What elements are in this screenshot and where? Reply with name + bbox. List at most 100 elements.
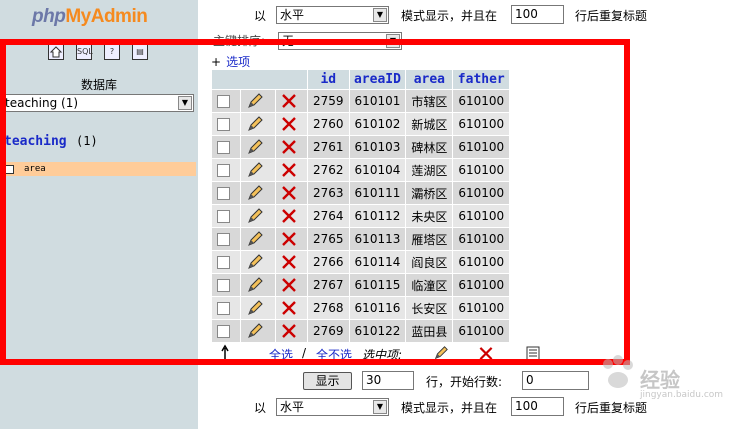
repeat-headers-input-bottom[interactable]: 100 bbox=[511, 397, 564, 416]
cell-areaid: 610115 bbox=[349, 274, 406, 296]
pencil-icon[interactable] bbox=[246, 161, 264, 179]
phpmyadmin-logo[interactable]: phpMyAdmin bbox=[32, 6, 148, 28]
docs-icon[interactable]: ▤ bbox=[132, 44, 148, 60]
database-link[interactable]: teaching bbox=[4, 134, 67, 149]
delete-icon[interactable] bbox=[281, 323, 297, 339]
table-row[interactable]: 2766 610114 阎良区 610100 bbox=[212, 251, 510, 273]
pencil-icon[interactable] bbox=[246, 207, 264, 225]
row-checkbox-cell bbox=[212, 182, 240, 204]
pencil-icon[interactable] bbox=[246, 92, 264, 110]
row-edit-cell bbox=[240, 205, 275, 227]
chevron-down-icon[interactable]: ▼ bbox=[373, 8, 387, 22]
repeat-headers-input[interactable]: 100 bbox=[511, 5, 564, 24]
column-header-area[interactable]: area bbox=[406, 70, 453, 89]
cell-area: 碑林区 bbox=[406, 136, 453, 158]
row-checkbox-cell bbox=[212, 136, 240, 158]
table-row[interactable]: 2763 610111 灞桥区 610100 bbox=[212, 182, 510, 204]
cell-areaid: 610102 bbox=[349, 113, 406, 135]
row-checkbox[interactable] bbox=[217, 325, 230, 338]
start-row-input[interactable]: 0 bbox=[522, 371, 589, 390]
delete-selected-icon[interactable] bbox=[478, 346, 494, 361]
row-edit-cell bbox=[240, 136, 275, 158]
pencil-icon[interactable] bbox=[246, 322, 264, 340]
show-button[interactable]: 显示 bbox=[303, 372, 352, 390]
row-delete-cell bbox=[275, 90, 307, 112]
row-checkbox[interactable] bbox=[217, 256, 230, 269]
pencil-icon[interactable] bbox=[246, 115, 264, 133]
row-checkbox[interactable] bbox=[217, 279, 230, 292]
table-row[interactable]: 2760 610102 新城区 610100 bbox=[212, 113, 510, 135]
sort-select[interactable]: 无 ▼ bbox=[278, 32, 402, 50]
display-mode-select[interactable]: 水平 ▼ bbox=[276, 6, 389, 24]
row-checkbox[interactable] bbox=[217, 187, 230, 200]
table-row[interactable]: 2765 610113 雁塔区 610100 bbox=[212, 228, 510, 250]
table-row[interactable]: 2768 610116 长安区 610100 bbox=[212, 297, 510, 319]
cell-areaid: 610122 bbox=[349, 320, 406, 342]
pencil-icon[interactable] bbox=[246, 138, 264, 156]
table-row[interactable]: 2761 610103 碑林区 610100 bbox=[212, 136, 510, 158]
row-checkbox[interactable] bbox=[217, 141, 230, 154]
rows-input[interactable]: 30 bbox=[362, 371, 414, 390]
delete-icon[interactable] bbox=[281, 231, 297, 247]
row-checkbox-cell bbox=[212, 90, 240, 112]
cell-areaid: 610104 bbox=[349, 159, 406, 181]
uncheck-all-link[interactable]: 全不选 bbox=[316, 346, 352, 363]
row-checkbox[interactable] bbox=[217, 210, 230, 223]
table-icon[interactable] bbox=[4, 165, 14, 174]
table-row[interactable]: 2759 610101 市辖区 610100 bbox=[212, 90, 510, 112]
delete-icon[interactable] bbox=[281, 139, 297, 155]
cell-area: 雁塔区 bbox=[406, 228, 453, 250]
pencil-icon[interactable] bbox=[246, 276, 264, 294]
options-link-label: 选项 bbox=[226, 55, 251, 69]
delete-icon[interactable] bbox=[281, 116, 297, 132]
delete-icon[interactable] bbox=[281, 277, 297, 293]
pencil-icon[interactable] bbox=[246, 253, 264, 271]
pencil-icon[interactable] bbox=[246, 230, 264, 248]
options-link[interactable]: + 选项 bbox=[211, 53, 250, 70]
export-selected-icon[interactable] bbox=[526, 346, 540, 361]
delete-icon[interactable] bbox=[281, 93, 297, 109]
row-checkbox[interactable] bbox=[217, 302, 230, 315]
column-header-id[interactable]: id bbox=[308, 70, 349, 89]
edit-selected-icon[interactable] bbox=[432, 345, 450, 361]
row-checkbox[interactable] bbox=[217, 95, 230, 108]
cell-father: 610100 bbox=[453, 205, 510, 227]
display-mode-suffix-bottom: 模式显示，并且在 bbox=[401, 401, 498, 415]
pencil-icon[interactable] bbox=[246, 299, 264, 317]
delete-icon[interactable] bbox=[281, 162, 297, 178]
display-mode-select-bottom[interactable]: 水平 ▼ bbox=[276, 398, 389, 416]
sidebar-item-area[interactable]: area bbox=[2, 162, 196, 176]
cell-father: 610100 bbox=[453, 136, 510, 158]
cell-id: 2767 bbox=[308, 274, 349, 296]
row-delete-cell bbox=[275, 136, 307, 158]
chevron-down-icon[interactable]: ▼ bbox=[178, 96, 192, 110]
sql-icon[interactable]: SQL bbox=[76, 44, 93, 60]
row-checkbox[interactable] bbox=[217, 164, 230, 177]
display-prefix-bottom: 以 bbox=[254, 401, 267, 415]
table-row[interactable]: 2769 610122 蓝田县 610100 bbox=[212, 320, 510, 342]
database-select[interactable]: teaching (1) ▼ bbox=[2, 94, 194, 112]
table-row[interactable]: 2764 610112 未央区 610100 bbox=[212, 205, 510, 227]
cell-father: 610100 bbox=[453, 297, 510, 319]
row-checkbox[interactable] bbox=[217, 118, 230, 131]
help-icon[interactable]: ? bbox=[104, 44, 120, 60]
home-icon[interactable] bbox=[48, 44, 64, 60]
row-checkbox-cell bbox=[212, 113, 240, 135]
delete-icon[interactable] bbox=[281, 208, 297, 224]
delete-icon[interactable] bbox=[281, 300, 297, 316]
table-row[interactable]: 2762 610104 莲湖区 610100 bbox=[212, 159, 510, 181]
table-row[interactable]: 2767 610115 临潼区 610100 bbox=[212, 274, 510, 296]
column-header-father[interactable]: father bbox=[453, 70, 510, 89]
row-edit-cell bbox=[240, 182, 275, 204]
delete-icon[interactable] bbox=[281, 254, 297, 270]
chevron-down-icon[interactable]: ▼ bbox=[386, 34, 400, 48]
cell-father: 610100 bbox=[453, 159, 510, 181]
column-header-areaid[interactable]: areaID bbox=[349, 70, 406, 89]
row-checkbox[interactable] bbox=[217, 233, 230, 246]
delete-icon[interactable] bbox=[281, 185, 297, 201]
check-all-link[interactable]: 全选 bbox=[269, 346, 293, 363]
pencil-icon[interactable] bbox=[246, 184, 264, 202]
row-edit-cell bbox=[240, 228, 275, 250]
sort-select-value: 无 bbox=[282, 34, 295, 48]
chevron-down-icon[interactable]: ▼ bbox=[373, 400, 387, 414]
